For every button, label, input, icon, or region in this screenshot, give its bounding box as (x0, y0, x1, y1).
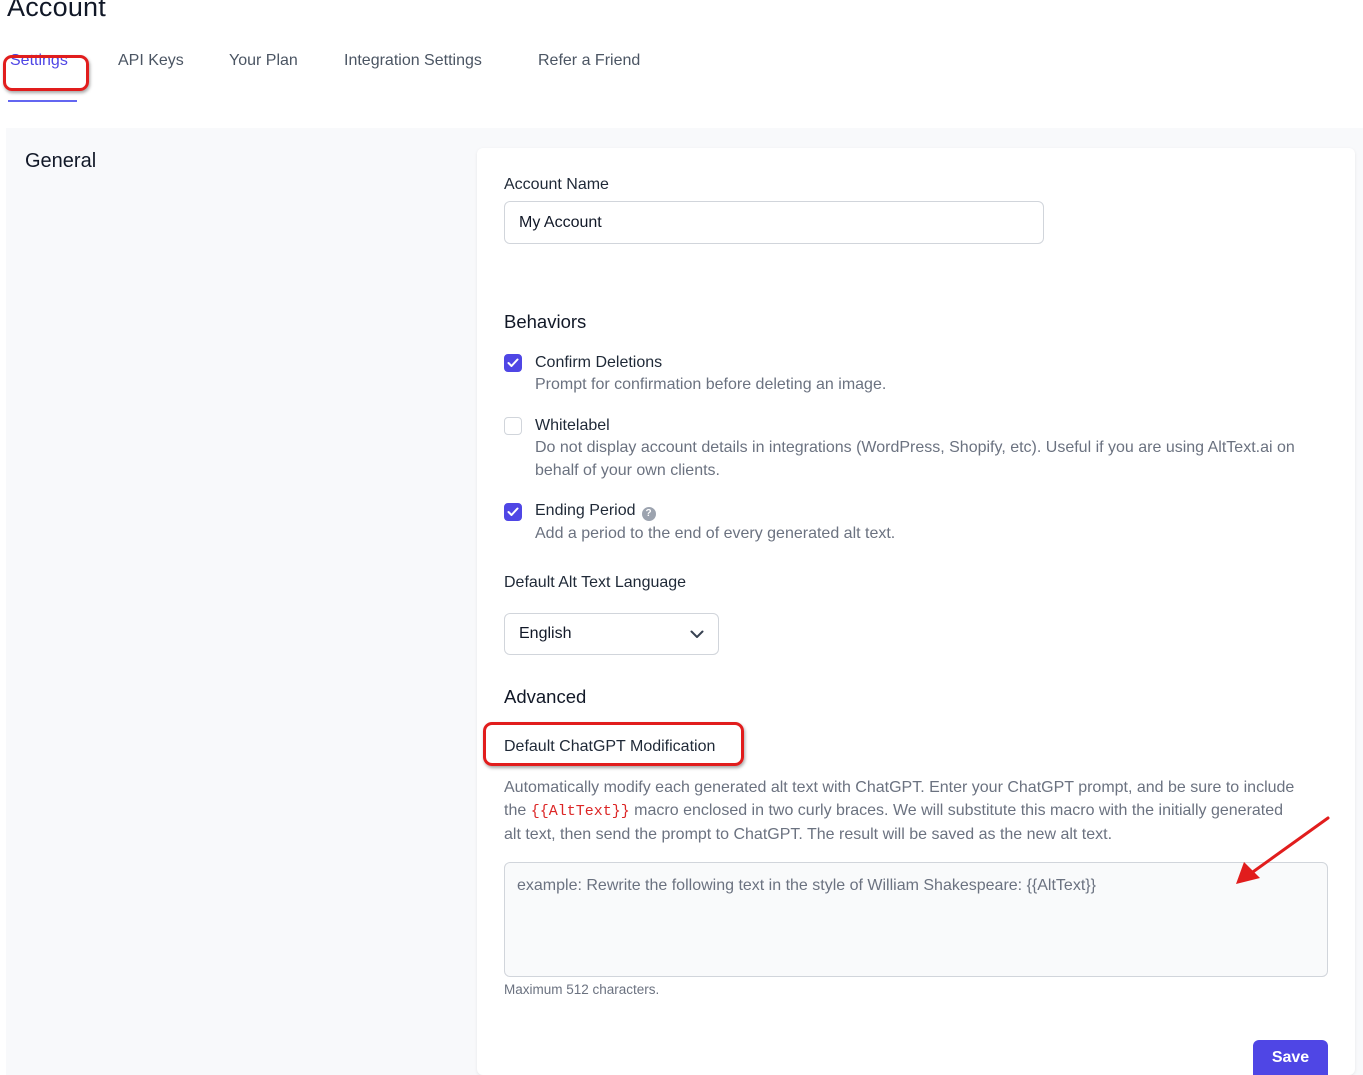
ending-period-label: Ending Period (535, 502, 636, 519)
confirm-deletions-checkbox[interactable] (504, 354, 522, 372)
ending-period-checkbox[interactable] (504, 503, 522, 521)
tab-api-keys[interactable]: API Keys (118, 52, 184, 70)
active-tab-indicator (8, 100, 77, 102)
tab-your-plan[interactable]: Your Plan (229, 52, 298, 70)
page-title: Account (7, 0, 106, 22)
language-select[interactable]: English (504, 613, 719, 655)
confirm-deletions-label: Confirm Deletions (535, 354, 663, 371)
tab-refer-a-friend[interactable]: Refer a Friend (538, 52, 640, 70)
alttext-macro: {{AltText}} (530, 803, 630, 820)
character-limit-hint: Maximum 512 characters. (504, 982, 660, 997)
language-label: Default Alt Text Language (504, 574, 687, 591)
section-title: General (25, 150, 97, 172)
whitelabel-label: Whitelabel (535, 417, 610, 434)
whitelabel-checkbox[interactable] (504, 417, 522, 435)
advanced-heading: Advanced (504, 686, 587, 707)
checkmark-icon (507, 507, 519, 516)
ending-period-label-row: Ending Period? (535, 502, 656, 521)
language-selected-value: English (519, 625, 572, 642)
checkmark-icon (507, 358, 519, 367)
chevron-down-icon (690, 630, 704, 638)
save-button[interactable]: Save (1253, 1040, 1328, 1075)
chatgpt-modification-description: Automatically modify each generated alt … (504, 776, 1304, 846)
ending-period-description: Add a period to the end of every generat… (535, 525, 896, 542)
tab-integration-settings[interactable]: Integration Settings (344, 52, 482, 70)
chatgpt-modification-label: Default ChatGPT Modification (504, 738, 716, 755)
confirm-deletions-description: Prompt for confirmation before deleting … (535, 376, 887, 393)
chatgpt-prompt-textarea[interactable] (504, 862, 1328, 977)
whitelabel-description: Do not display account details in integr… (535, 439, 1295, 479)
tab-settings[interactable]: Settings (10, 52, 68, 70)
question-circle-icon[interactable]: ? (641, 507, 656, 521)
behaviors-heading: Behaviors (504, 311, 587, 332)
account-name-input[interactable] (504, 201, 1044, 244)
account-name-label: Account Name (504, 176, 609, 193)
